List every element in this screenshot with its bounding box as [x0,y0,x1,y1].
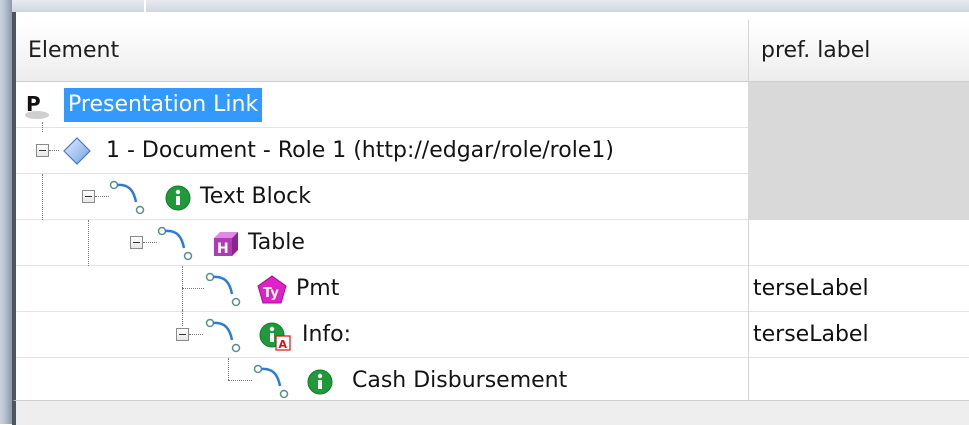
tree-row-cash-disbursement[interactable]: Cash Disbursement [16,358,969,404]
collapse-toggle[interactable] [36,144,49,157]
tree-grid[interactable]: Element pref. label P Presentation Link [12,12,969,404]
element-cell: A Info: [16,310,749,358]
collapse-toggle[interactable] [176,328,189,341]
tree-row-info[interactable]: A Info: terseLabel [16,310,969,358]
pref-label-cell[interactable]: terseLabel [749,312,969,358]
svg-text:Ty: Ty [263,286,279,301]
arc-link-icon [253,364,289,399]
grid-header: Element pref. label [16,20,969,82]
role-diamond-icon [63,137,91,165]
presentation-link-icon: P [25,92,49,119]
tree-connector [228,358,229,380]
window-frame-left [0,0,12,424]
tree-row-pmt[interactable]: Ty Pmt terseLabel [16,266,969,312]
svg-text:P: P [26,92,41,116]
tree-connector [42,122,43,132]
element-label: Text Block [200,184,311,209]
element-cell: Text Block [16,174,749,220]
tree-row-text-block[interactable]: Text Block [16,174,969,220]
item-i-icon [165,185,191,211]
element-cell: P Presentation Link [16,82,749,128]
element-label[interactable]: Presentation Link [64,88,263,122]
tree-row-table[interactable]: H Table [16,220,969,266]
arc-link-icon [109,180,145,215]
pref-label-cell[interactable]: terseLabel [749,266,969,312]
tree-row-presentation-link[interactable]: P Presentation Link [16,82,969,128]
tree-connector [42,174,43,220]
tree-connector [182,310,183,326]
pref-label-cell[interactable] [749,82,969,128]
column-header-pref-label[interactable]: pref. label [749,20,969,82]
element-label: Cash Disbursement [352,368,568,393]
element-label: Info: [302,322,352,347]
pref-label-cell[interactable] [749,358,969,404]
collapse-toggle[interactable] [130,236,143,249]
arc-link-icon [205,272,241,307]
element-cell: Ty Pmt [16,266,749,312]
svg-text:A: A [279,338,288,351]
typed-dimension-ty-icon: Ty [257,275,287,304]
collapse-toggle[interactable] [82,190,95,203]
element-label: 1 - Document - Role 1 (http://edgar/role… [106,138,614,163]
element-cell: 1 - Document - Role 1 (http://edgar/role… [16,122,749,174]
element-label: Pmt [296,276,340,301]
arc-link-icon [157,226,193,261]
pref-label-cell[interactable] [749,220,969,266]
tree-row-role[interactable]: 1 - Document - Role 1 (http://edgar/role… [16,122,969,174]
tree-connector [182,266,183,312]
column-header-element[interactable]: Element [16,20,749,82]
tree-connector [189,334,203,335]
tree-connector [143,242,157,243]
pref-label-cell[interactable] [749,128,969,174]
arc-link-icon [205,318,241,353]
tree-connector [49,150,59,151]
pref-label-cell[interactable] [749,174,969,220]
frame-seam [144,0,146,12]
element-cell: H Table [16,220,749,266]
tree-connector [182,288,204,289]
item-i-icon [307,369,333,395]
tree-connector [95,196,109,197]
element-cell: Cash Disbursement [16,358,749,404]
tree-connector [88,220,89,266]
abstract-item-icon: A [259,322,291,351]
tree-rows: P Presentation Link 1 - Document - Role … [16,82,969,404]
hypercube-h-icon: H [214,232,238,257]
tree-connector [228,380,252,381]
svg-text:H: H [217,241,229,257]
element-label: Table [248,230,305,255]
grid-empty-area [12,400,969,425]
